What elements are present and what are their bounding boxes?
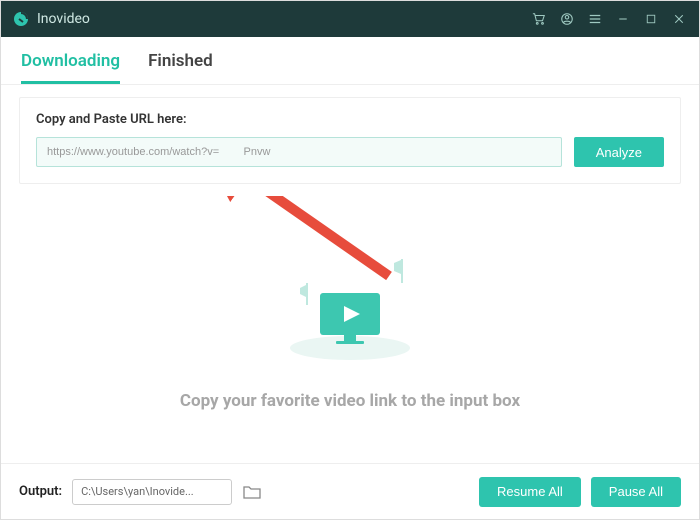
tab-finished[interactable]: Finished xyxy=(148,51,213,84)
minimize-icon[interactable] xyxy=(615,11,631,27)
titlebar-controls xyxy=(531,11,687,27)
cart-icon[interactable] xyxy=(531,11,547,27)
url-card-label: Copy and Paste URL here: xyxy=(36,112,664,127)
analyze-button[interactable]: Analyze xyxy=(574,137,664,167)
url-input-card: Copy and Paste URL here: Analyze xyxy=(19,97,681,184)
pause-all-button[interactable]: Pause All xyxy=(591,477,681,507)
app-logo-icon xyxy=(13,11,29,27)
tab-downloading[interactable]: Downloading xyxy=(21,51,120,84)
maximize-icon[interactable] xyxy=(643,11,659,27)
app-window: Inovideo Downloading Fin xyxy=(0,0,700,520)
app-title: Inovideo xyxy=(37,11,90,27)
url-input[interactable] xyxy=(36,137,562,167)
menu-icon[interactable] xyxy=(587,11,603,27)
app-brand: Inovideo xyxy=(13,11,90,27)
titlebar: Inovideo xyxy=(1,1,699,37)
folder-icon[interactable] xyxy=(242,482,262,502)
output-path-field[interactable]: C:\Users\yan\Inovide... xyxy=(72,479,232,505)
user-icon[interactable] xyxy=(559,11,575,27)
empty-state: Copy your favorite video link to the inp… xyxy=(1,196,699,463)
output-label: Output: xyxy=(19,484,62,499)
empty-message: Copy your favorite video link to the inp… xyxy=(180,391,520,411)
close-icon[interactable] xyxy=(671,11,687,27)
empty-illustration xyxy=(270,243,430,363)
resume-all-button[interactable]: Resume All xyxy=(479,477,581,507)
footer: Output: C:\Users\yan\Inovide... Resume A… xyxy=(1,463,699,519)
tabs: Downloading Finished xyxy=(1,37,699,85)
